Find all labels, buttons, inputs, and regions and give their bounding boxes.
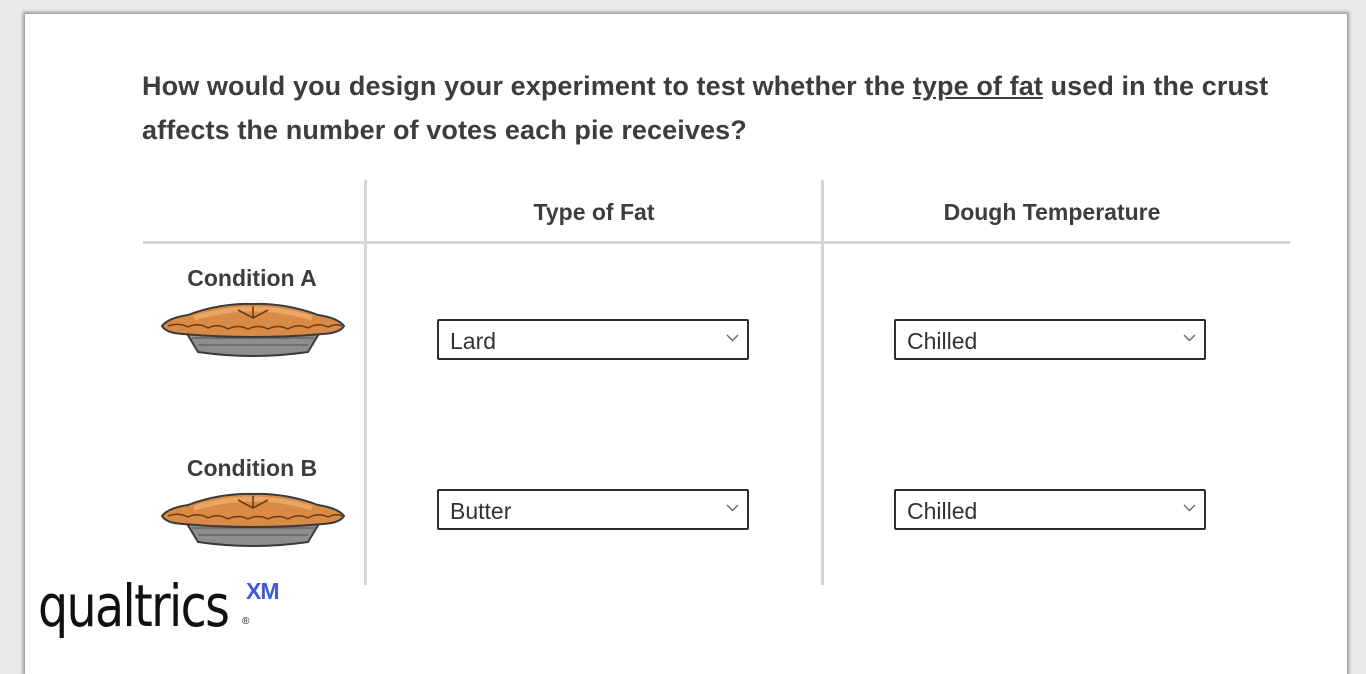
row-label-condition-a: Condition A [187, 265, 317, 291]
chevron-down-icon [1183, 504, 1196, 512]
qualtrics-logo: qualtrics XM ® [38, 566, 279, 646]
selected-value: Chilled [907, 328, 978, 354]
type-of-fat-select-condition-a[interactable]: Lard [437, 319, 749, 360]
table-divider-horizontal [143, 241, 1290, 244]
row-label-condition-b: Condition B [186, 455, 318, 481]
dough-temperature-select-condition-a[interactable]: Chilled [894, 319, 1206, 360]
chevron-down-icon [726, 504, 739, 512]
chevron-down-icon [726, 334, 739, 342]
type-of-fat-select-condition-b[interactable]: Butter [437, 489, 749, 530]
chevron-down-icon [1183, 334, 1196, 342]
pie-icon [160, 492, 346, 547]
pie-icon [160, 302, 346, 357]
question-emphasis: type of fat [912, 71, 1043, 101]
column-header-dough-temperature: Dough Temperature [943, 199, 1161, 225]
logo-registered-mark: ® [242, 616, 250, 627]
selected-value: Lard [450, 328, 497, 354]
column-header-type-of-fat: Type of Fat [533, 199, 655, 225]
dough-temperature-select-condition-b[interactable]: Chilled [894, 489, 1206, 530]
logo-wordmark: qualtrics [38, 572, 230, 640]
question-text: How would you design your experiment to … [142, 71, 1269, 145]
selected-value: Chilled [907, 498, 978, 524]
logo-xm: XM [246, 578, 279, 604]
selected-value: Butter [450, 498, 512, 524]
